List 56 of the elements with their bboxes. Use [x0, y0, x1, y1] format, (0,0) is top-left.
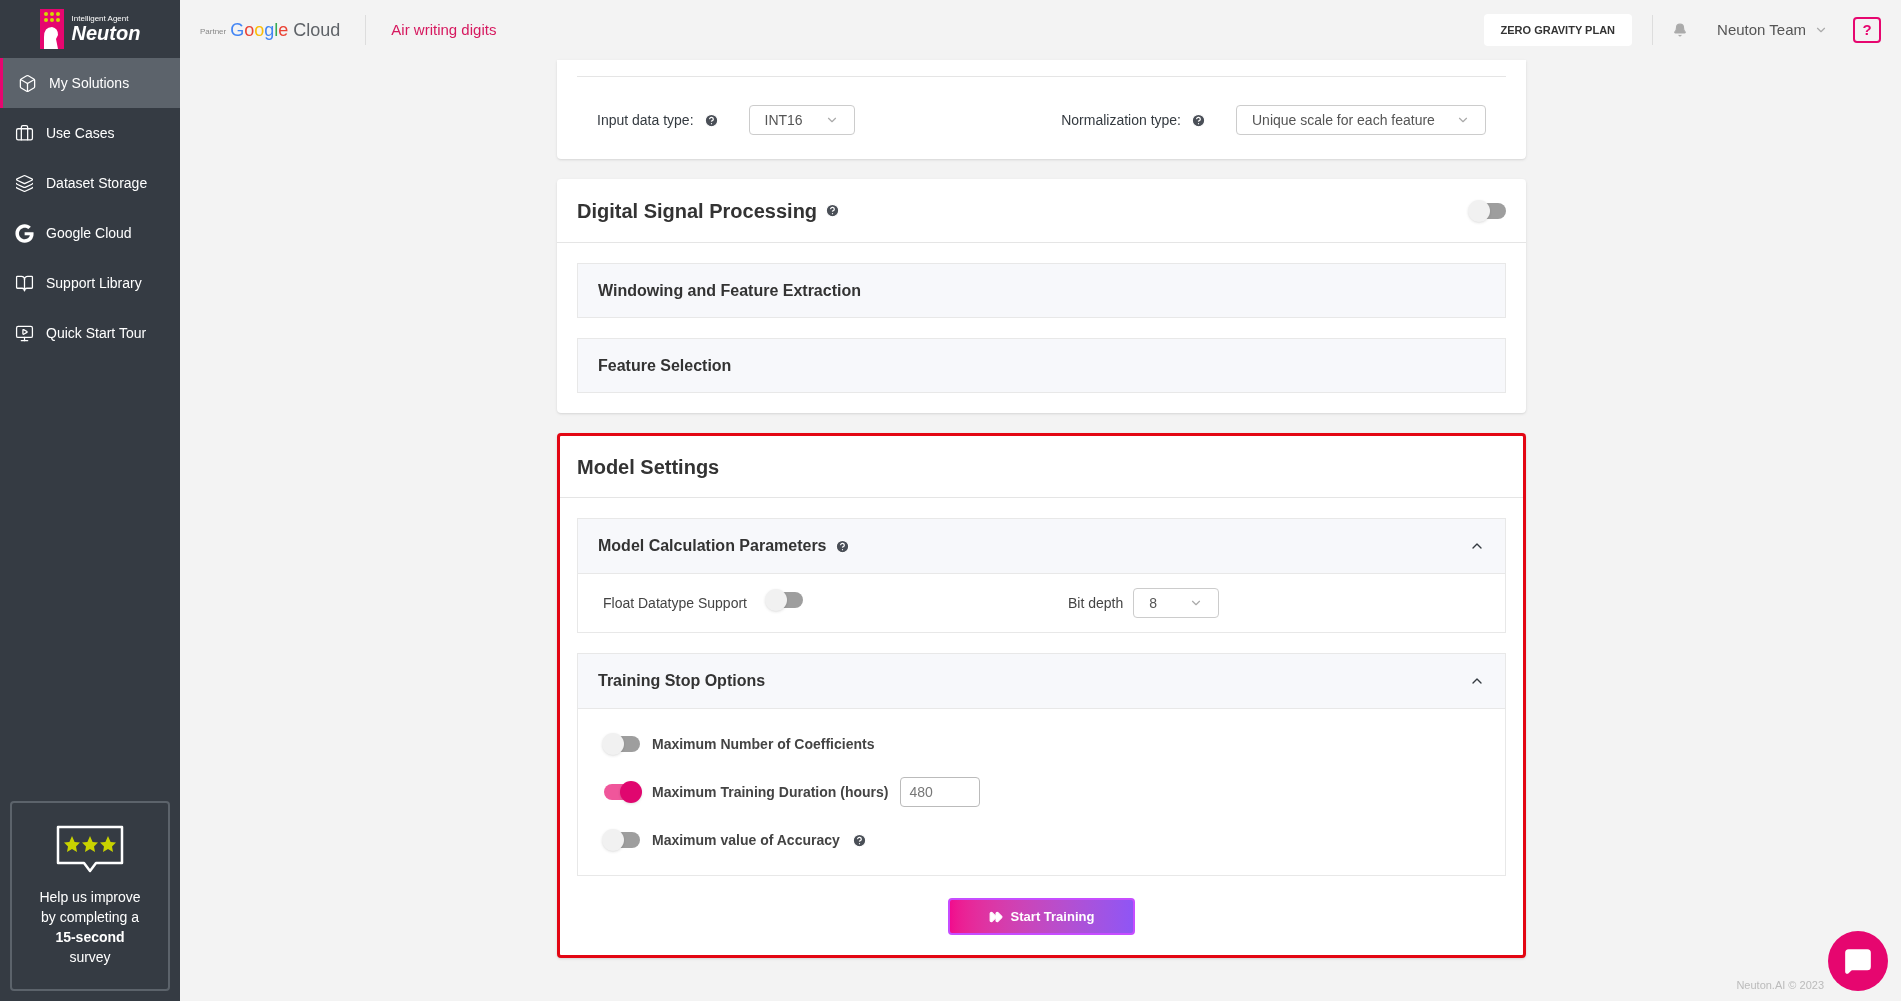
- field-label: Input data type:: [597, 110, 694, 130]
- help-icon[interactable]: [834, 538, 850, 554]
- section-title: Model Settings: [577, 454, 720, 480]
- briefcase-icon: [15, 123, 34, 143]
- logo-icon: [39, 9, 64, 49]
- google-icon: [15, 223, 34, 243]
- option-label: Float Datatype Support: [603, 593, 747, 613]
- option-label: Maximum Number of Coefficients: [652, 734, 875, 754]
- monitor-play-icon: [15, 323, 34, 343]
- rating-bubble-icon: [54, 825, 126, 875]
- google-cloud-logo: Google Cloud: [230, 18, 341, 42]
- partner-label: Partner: [200, 26, 227, 38]
- option-label: Maximum Training Duration (hours): [652, 782, 889, 802]
- option-toggle[interactable]: [604, 832, 640, 848]
- survey-text: Help us improve by completing a 15-second survey: [38, 888, 142, 967]
- sidebar-item[interactable]: Dataset Storage: [0, 158, 180, 208]
- help-icon[interactable]: [851, 832, 867, 848]
- fast-forward-icon: [988, 909, 1003, 924]
- help-icon[interactable]: [825, 203, 841, 218]
- help-icon[interactable]: [703, 112, 719, 128]
- plan-badge[interactable]: ZERO GRAVITY PLAN: [1483, 13, 1633, 47]
- start-training-button[interactable]: Start Training: [948, 898, 1135, 935]
- dsp-toggle[interactable]: [1470, 202, 1506, 219]
- accordion-header[interactable]: Training Stop Options: [578, 654, 1505, 709]
- logo-tagline: Intelligent Agent: [71, 15, 130, 23]
- option-label: Bit depth: [1068, 593, 1124, 613]
- input-field[interactable]: 480: [900, 777, 981, 807]
- accordion-header[interactable]: Feature Selection: [577, 338, 1506, 393]
- user-menu[interactable]: Neuton Team: [1717, 18, 1828, 42]
- section-title: Digital Signal Processing: [577, 198, 818, 224]
- logo-name: Neuton: [71, 23, 141, 43]
- sidebar-item[interactable]: Use Cases: [0, 108, 180, 158]
- option-toggle[interactable]: [604, 784, 640, 800]
- sidebar-item[interactable]: Google Cloud: [0, 208, 180, 258]
- option-label: Maximum value of Accuracy: [652, 830, 840, 850]
- select-field[interactable]: INT16: [748, 105, 855, 135]
- project-title[interactable]: Air writing digits: [391, 18, 497, 42]
- sidebar-item[interactable]: My Solutions: [0, 58, 180, 108]
- sidebar-item[interactable]: Support Library: [0, 258, 180, 308]
- option-toggle[interactable]: [604, 736, 640, 752]
- chat-icon: [1844, 947, 1872, 975]
- accordion-header[interactable]: Model Calculation Parameters: [578, 519, 1505, 574]
- book-icon: [15, 273, 34, 293]
- survey-card[interactable]: Help us improve by completing a 15-second survey: [10, 801, 170, 991]
- select-field[interactable]: 8: [1133, 588, 1220, 618]
- box-icon: [18, 73, 37, 93]
- help-icon[interactable]: [1191, 112, 1206, 128]
- accordion-header[interactable]: Windowing and Feature Extraction: [577, 263, 1506, 318]
- field-label: Normalization type:: [1061, 110, 1181, 130]
- copyright: Neuton.AI © 2023: [1736, 977, 1824, 993]
- float-toggle[interactable]: [767, 592, 803, 608]
- chat-button[interactable]: [1828, 931, 1888, 991]
- help-button[interactable]: ?: [1853, 17, 1881, 43]
- layers-icon: [15, 173, 34, 193]
- select-field[interactable]: Unique scale for each feature: [1236, 105, 1486, 135]
- sidebar-item[interactable]: Quick Start Tour: [0, 308, 180, 358]
